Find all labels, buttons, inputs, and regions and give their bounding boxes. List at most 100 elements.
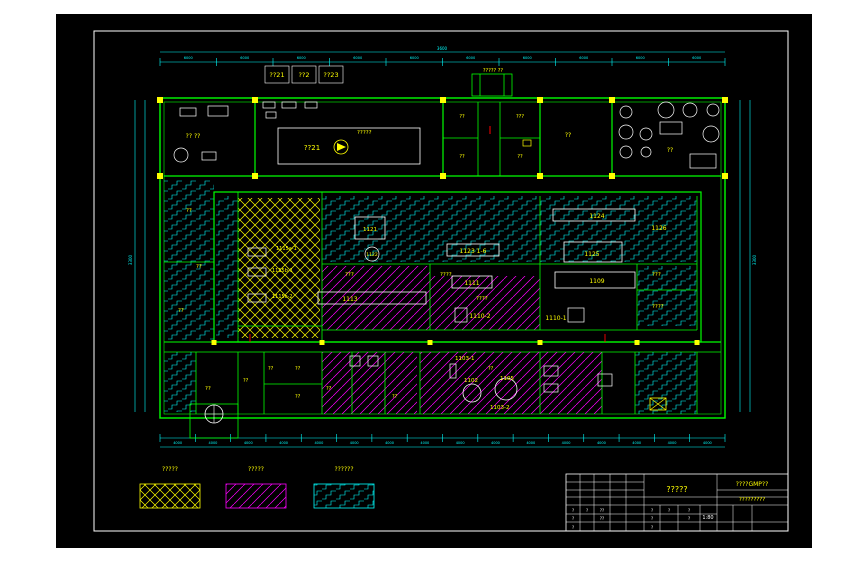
num-1113: 1113 <box>342 296 357 303</box>
column-marker <box>427 340 433 345</box>
top-dim-label: 6000 <box>692 56 701 60</box>
tank-2-label: ??2 <box>298 71 309 79</box>
tb-a5: ? <box>688 508 690 513</box>
column-marker <box>722 97 728 103</box>
room-left-top-label: ?? ?? <box>186 133 201 140</box>
label-d: ??? <box>652 272 661 278</box>
zone-general-left2 <box>216 196 238 338</box>
tb-b1: ?? <box>600 516 604 521</box>
tb-b0: ? <box>572 516 574 521</box>
top-dim-label: 6000 <box>523 56 532 60</box>
zone-ten-k-4 <box>420 352 540 414</box>
label-f: ?? <box>243 378 249 384</box>
cad-drawing: 6000 6000 6000 6000 6000 6000 6000 6000 6000 6000… <box>56 14 812 548</box>
bottom-dim-label: 4000 <box>632 441 641 445</box>
num-1115b: 1115b-1 <box>272 268 293 274</box>
column-marker <box>609 97 615 103</box>
column-marker <box>252 97 258 103</box>
room-center-tag: ????? <box>357 130 372 136</box>
zone-ten-k-2 <box>430 276 540 330</box>
top-dim-label: 6000 <box>184 56 193 60</box>
column-marker <box>319 340 325 345</box>
production-zone: 1124 1125 1109 1126 1121 1122 1123 1-6 1… <box>164 180 721 343</box>
tb-b3: ? <box>688 516 690 521</box>
left-mid-3: ?? <box>178 308 184 314</box>
bottom-dim-label: 4000 <box>526 441 535 445</box>
room-a1: ?? <box>459 114 465 120</box>
num-1125: 1125 <box>584 251 599 258</box>
bottom-dim-label: 4000 <box>420 441 429 445</box>
column-marker <box>537 97 543 103</box>
num-1109: 1109 <box>589 278 604 285</box>
bottom-dim-label: 4000 <box>562 441 571 445</box>
num-1126: 1126 <box>651 225 666 232</box>
room-a2: ??? <box>516 114 524 120</box>
column-marker <box>440 173 446 179</box>
title-block-drawing: ????????? <box>739 497 765 503</box>
bottom-dim-label: 4000 <box>244 441 253 445</box>
num-1123: 1123 1-6 <box>460 248 487 255</box>
left-total-dim: 3300 <box>128 254 133 265</box>
column-marker <box>537 173 543 179</box>
top-total-dim: 3600 <box>437 46 448 51</box>
title-block-scale: 1:80 <box>702 515 713 521</box>
num-1105: 1105 <box>500 376 514 382</box>
num-1122: 1122 <box>366 252 378 258</box>
label-k: ?? <box>392 394 398 400</box>
label-e: ???? <box>652 304 664 310</box>
bottom-dim-label: 4000 <box>209 441 218 445</box>
title-block-project: ????GMP?? <box>736 481 769 488</box>
zone-general-top <box>322 196 697 262</box>
num-1103-1: 1103-1 <box>455 356 474 362</box>
column-marker <box>440 97 446 103</box>
room-b: ?? <box>565 132 571 139</box>
label-c: ???? <box>476 296 488 302</box>
tb-a3: ? <box>651 508 653 513</box>
top-center-title: ????? ?? <box>483 68 504 74</box>
bottom-dim-label: 4000 <box>173 441 182 445</box>
bottom-dim-label: 4000 <box>314 441 323 445</box>
top-dim-label: 6000 <box>466 56 475 60</box>
legend-label-3: ?????? <box>334 466 353 473</box>
column-marker <box>634 340 640 345</box>
num-1111: 1111 <box>464 280 479 287</box>
num-1124: 1124 <box>589 213 604 220</box>
zone-general-left <box>164 180 214 340</box>
zone-general-right <box>637 266 697 326</box>
tb-a1: ? <box>586 508 588 513</box>
top-dim-label: 6000 <box>297 56 306 60</box>
tb-a2: ?? <box>600 508 604 513</box>
column-marker <box>722 173 728 179</box>
left-mid-1: ?? <box>186 208 192 214</box>
num-1121: 1121 <box>363 227 377 233</box>
room-c: ?? <box>667 147 673 154</box>
column-marker <box>252 173 258 179</box>
bottom-dim-label: 4000 <box>491 441 500 445</box>
bottom-dim-label: 4000 <box>385 441 394 445</box>
tb-b2: ? <box>651 516 653 521</box>
title-block-title: ????? <box>666 485 687 494</box>
room-a4: ?? <box>517 154 523 160</box>
tank-1-label: ??21 <box>269 71 284 79</box>
room-a3: ?? <box>459 154 465 160</box>
room-center-label: ??21 <box>304 144 320 152</box>
num-1115a: 1115a-1 <box>276 246 297 252</box>
num-1110-2: 1110-2 <box>469 313 490 320</box>
right-total-dim: 3300 <box>752 254 757 265</box>
bottom-dim-label: 4000 <box>703 441 712 445</box>
tb-c1: ? <box>651 525 653 530</box>
label-a: ??? <box>345 272 354 278</box>
legend-label-2: ????? <box>248 466 264 473</box>
top-dim-label: 6000 <box>353 56 362 60</box>
left-mid-2: ?? <box>196 264 202 270</box>
bottom-dim-label: 4000 <box>456 441 465 445</box>
tb-a4: ? <box>668 508 670 513</box>
label-h: ?? <box>295 366 301 372</box>
tank-3-label: ??23 <box>323 71 338 79</box>
tb-a0: ? <box>572 508 574 513</box>
column-marker <box>157 97 163 103</box>
bottom-dim-label: 4000 <box>668 441 677 445</box>
num-1102: 1102 <box>464 378 478 384</box>
column-marker <box>609 173 615 179</box>
label-g: ?? <box>268 366 274 372</box>
